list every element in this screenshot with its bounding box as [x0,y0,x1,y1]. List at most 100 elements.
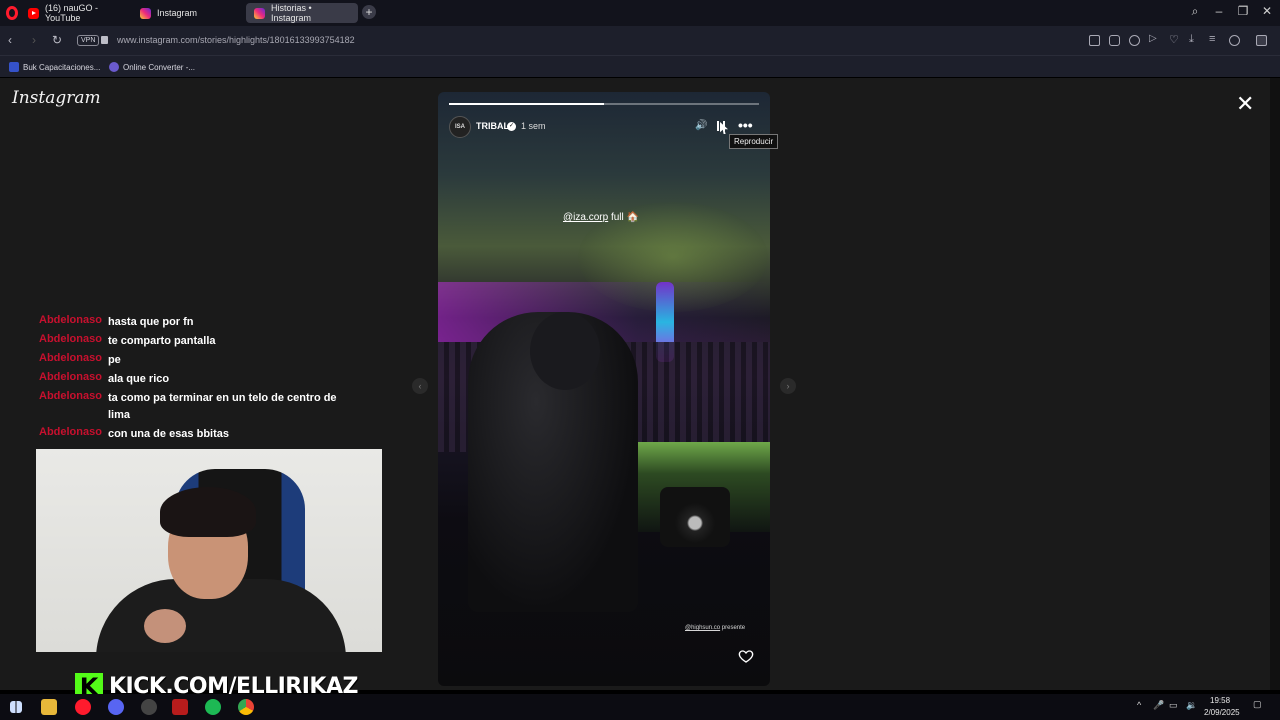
app-icon[interactable] [141,699,157,715]
camera-icon[interactable] [1109,35,1120,46]
speaker-icon[interactable]: 🔉 [1186,700,1197,711]
chat-text: con una de esas bbitas [107,428,229,440]
story-image-dj-head [530,312,600,390]
volume-icon[interactable]: 🔊 [695,120,707,131]
shield-icon[interactable] [1129,35,1140,46]
story-progress-bar [449,103,759,105]
chat-message: Abdelonaso con una de esas bbitas [39,426,359,443]
footer-suffix: presente [720,625,746,631]
opera-logo-icon[interactable] [6,6,18,20]
notifications-icon[interactable]: ▢ [1253,699,1262,710]
url-field[interactable]: www.instagram.com/stories/highlights/180… [117,35,355,45]
back-icon[interactable]: ‹ [8,33,12,47]
vpn-badge[interactable]: VPN [77,35,100,46]
microphone-icon[interactable]: 🎤 [1153,700,1164,711]
chat-username: Abdelonaso [39,371,102,383]
chat-text: ta como pa terminar en un telo de centro… [107,392,337,421]
opera-taskbar-icon[interactable] [75,699,91,715]
search-icon[interactable]: ⌕ [1185,4,1205,19]
browser-tab-bar: (16) nauGO - YouTube Instagram Historias… [0,0,1280,26]
taskbar-time[interactable]: 19:58 [1210,696,1230,705]
bookmark-buk[interactable]: Buk Capacitaciones... [9,62,100,72]
tray-chevron-icon[interactable]: ^ [1137,700,1141,710]
chat-text: te comparto pantalla [107,335,216,347]
story-username[interactable]: TRIBAL [476,121,509,131]
chat-username: Abdelonaso [39,352,102,364]
heart-outline-icon[interactable]: ♡ [1169,33,1180,46]
address-bar: ‹ › ↻ VPN www.instagram.com/stories/high… [0,26,1280,55]
instagram-logo[interactable]: Instagram [12,88,101,108]
webcam-person-hand [144,609,186,643]
story-time: 1 sem [521,121,546,131]
chat-username: Abdelonaso [39,426,102,438]
close-window-icon[interactable]: ✕ [1257,4,1277,18]
story-progress-fill [449,103,604,105]
tab-youtube[interactable]: (16) nauGO - YouTube [20,3,132,23]
tab-label: Historias • Instagram [271,3,312,23]
chat-username: Abdelonaso [39,333,102,345]
chrome-icon[interactable] [238,699,254,715]
chat-text: ala que rico [107,373,170,385]
webcam-feed [36,449,382,652]
mention-handle[interactable]: @iza.corp [563,212,608,223]
footer-mention[interactable]: @highsun.co [685,625,720,631]
play-tooltip: Reproducir [729,134,779,149]
like-heart-icon[interactable] [738,648,754,664]
chat-message: Abdelonaso te comparto pantalla [39,333,359,350]
windows-taskbar [0,694,1280,720]
bookmark-label: Online Converter -... [123,62,196,72]
network-icon[interactable]: ▭ [1169,700,1178,711]
next-story-button[interactable]: › [780,378,796,394]
reload-icon[interactable]: ↻ [52,33,62,47]
profile-icon[interactable] [1229,35,1240,46]
page-scrollbar[interactable] [1270,78,1280,690]
voice-app-icon[interactable] [172,699,188,715]
chat-message: Abdelonaso ala que rico [39,371,359,388]
play-icon[interactable]: ▷ [1149,33,1160,44]
bookmark-online-converter[interactable]: Online Converter -... [109,62,195,72]
chat-message: Abdelonaso pe [39,352,359,369]
spotify-icon[interactable] [205,699,221,715]
download-icon[interactable]: ⤓ [1189,33,1200,45]
restore-icon[interactable]: ❐ [1233,4,1253,18]
menu-icon[interactable]: ≡ [1209,33,1220,45]
chat-message: Abdelonaso hasta que por fn [39,314,359,331]
edit-icon[interactable] [1089,35,1100,46]
more-options-icon[interactable]: ••• [738,117,753,133]
story-mention-sticker[interactable]: @iza.corp full 🏠 [563,212,639,223]
discord-icon[interactable] [108,699,124,715]
chat-username: Abdelonaso [39,390,102,402]
tab-instagram[interactable]: Instagram [132,3,244,23]
buk-icon [9,62,19,72]
verified-badge-icon: ✓ [507,122,516,131]
taskbar-date[interactable]: 2/09/2025 [1204,708,1240,717]
chat-text: hasta que por fn [107,316,194,328]
story-footer-text: @highsun.co presente [685,625,745,631]
close-story-button[interactable]: ✕ [1236,93,1254,115]
tab-label: Instagram [157,8,198,18]
webcam-person-hair [160,487,256,537]
story-avatar[interactable]: ISA [449,116,471,138]
file-explorer-icon[interactable] [41,699,57,715]
instagram-icon [140,7,151,19]
bookmark-label: Buk Capacitaciones... [23,62,101,72]
tab-label: (16) nauGO - YouTube [45,3,99,23]
lock-icon[interactable] [101,36,108,44]
youtube-icon [28,7,39,19]
converter-icon [109,62,119,72]
new-tab-button[interactable]: + [362,5,376,19]
tab-historias-instagram[interactable]: Historias • Instagram [246,3,358,23]
chat-message: Abdelonaso ta como pa terminar en un tel… [39,390,359,424]
chat-text: pe [107,354,121,366]
windows-start-icon[interactable] [10,701,22,713]
minimize-icon[interactable]: – [1209,4,1229,18]
extensions-icon[interactable] [1256,35,1267,46]
instagram-icon [254,7,265,19]
bookmarks-bar: Buk Capacitaciones... Online Converter -… [0,55,1280,77]
mention-suffix: full 🏠 [608,212,639,223]
story-media[interactable] [438,92,770,686]
previous-story-button[interactable]: ‹ [412,378,428,394]
story-image-turntable [660,487,730,547]
forward-icon[interactable]: › [32,33,36,47]
chat-username: Abdelonaso [39,314,102,326]
